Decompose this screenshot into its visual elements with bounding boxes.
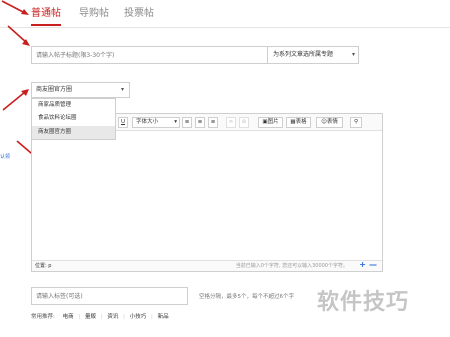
tab-shopping-post[interactable]: 导购帖 bbox=[79, 8, 109, 26]
font-size-select[interactable]: 字体大小 ▾ bbox=[132, 117, 180, 128]
topic-select-value: 为系列文章选所属专题 bbox=[273, 51, 334, 58]
recommended-tags: 常用推荐: 电商 | 量贩 | 资讯 | 小技巧 | 新品 bbox=[31, 312, 169, 320]
char-counter: 当前已输入0个字符, 您还可以输入30000个字符。 bbox=[235, 263, 348, 269]
insert-image-button[interactable]: ▣图片 bbox=[258, 117, 283, 128]
separator: | bbox=[78, 314, 81, 320]
editor-content-area[interactable] bbox=[32, 131, 382, 261]
category-option[interactable]: 食品饮料论坛圈 bbox=[32, 112, 115, 125]
expand-editor-button[interactable]: + bbox=[359, 260, 366, 270]
tab-normal-post[interactable]: 普通帖 bbox=[31, 8, 61, 26]
unlink-icon[interactable]: ⊘ bbox=[239, 117, 249, 128]
insert-table-button[interactable]: ▦表格 bbox=[286, 117, 311, 128]
recommended-tag[interactable]: 量贩 bbox=[85, 314, 96, 320]
watermark: 软件技巧 bbox=[317, 290, 410, 315]
insert-emoji-button[interactable]: ☺表情 bbox=[316, 117, 343, 128]
font-size-label: 字体大小 bbox=[136, 119, 159, 125]
link-icon[interactable]: ∞ bbox=[226, 117, 236, 128]
insert-table-label: 表格 bbox=[295, 119, 307, 125]
recommended-tag[interactable]: 小技巧 bbox=[130, 314, 147, 320]
recommended-tag[interactable]: 新品 bbox=[158, 314, 169, 320]
category-select-value: 商友圈官方圈 bbox=[36, 86, 73, 93]
chevron-down-icon: ▾ bbox=[120, 86, 124, 93]
recommended-tags-label: 常用推荐: bbox=[31, 314, 55, 320]
tab-vote-post[interactable]: 投票帖 bbox=[124, 8, 154, 26]
separator: | bbox=[100, 314, 103, 320]
category-option-selected[interactable]: 商友圈官方圈 bbox=[32, 125, 115, 139]
separator: | bbox=[151, 314, 153, 320]
editor-status-bar: 位置: p 当前已输入0个字符, 您还可以输入30000个字符。 + — bbox=[32, 260, 382, 271]
category-dropdown-menu: 商家品质管理 食品饮料论坛圈 商友圈官方圈 bbox=[31, 98, 116, 140]
chevron-down-icon: ▾ bbox=[174, 119, 177, 125]
post-type-tabs: 普通帖 导购帖 投票帖 bbox=[0, 0, 450, 28]
shrink-editor-button[interactable]: — bbox=[369, 260, 377, 270]
category-option[interactable]: 商家品质管理 bbox=[32, 99, 115, 112]
side-claim-link[interactable]: 认领 bbox=[0, 153, 10, 160]
topic-select[interactable]: 为系列文章选所属专题 ▾ bbox=[269, 47, 359, 63]
align-center-icon[interactable]: ≡ bbox=[195, 117, 205, 128]
align-right-icon[interactable]: ≡ bbox=[208, 117, 218, 128]
separator: | bbox=[123, 314, 125, 320]
recommended-tag[interactable]: 电商 bbox=[63, 314, 74, 320]
category-select[interactable]: 商友圈官方圈 ▾ bbox=[31, 82, 130, 98]
insert-emoji-label: 表情 bbox=[326, 119, 338, 125]
underline-button[interactable]: U bbox=[118, 117, 128, 128]
align-left-icon[interactable]: ≡ bbox=[182, 117, 192, 128]
insert-image-label: 图片 bbox=[267, 119, 279, 125]
search-replace-icon[interactable]: ⚲ bbox=[350, 117, 362, 128]
recommended-tag[interactable]: 资讯 bbox=[107, 314, 118, 320]
chevron-down-icon: ▾ bbox=[351, 51, 355, 58]
tag-input[interactable] bbox=[31, 287, 188, 305]
tag-hint: 空格分隔，最多5个，每个不超过6个字 bbox=[199, 294, 294, 300]
element-path: 位置: p bbox=[35, 263, 52, 269]
post-title-input[interactable] bbox=[32, 47, 268, 63]
title-row: 为系列文章选所属专题 ▾ bbox=[31, 46, 359, 64]
